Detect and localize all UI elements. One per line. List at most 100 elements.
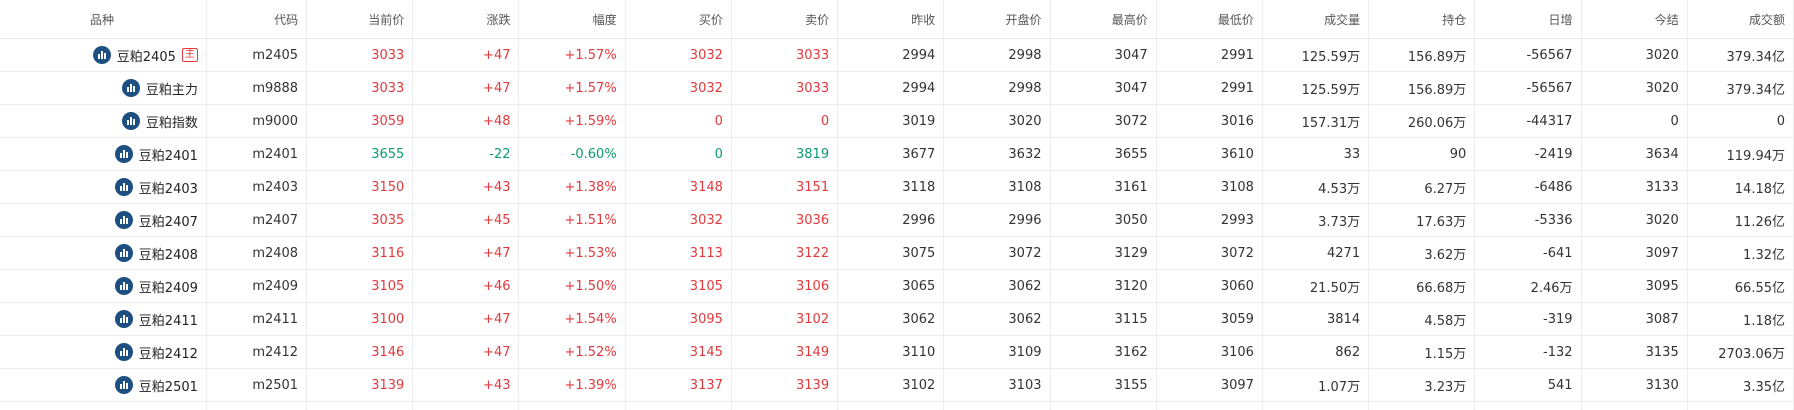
- column-header-pct[interactable]: 幅度: [519, 0, 625, 39]
- chart-icon[interactable]: [115, 178, 133, 196]
- cell-open: 2998: [944, 39, 1050, 72]
- cell-pct: +1.38%: [519, 171, 625, 204]
- cell-open: 3072: [944, 237, 1050, 270]
- cell-settle: 3020: [1581, 72, 1687, 105]
- chart-icon[interactable]: [115, 343, 133, 361]
- table-row[interactable]: 豆粕2403m24033150+43+1.38%3148315131183108…: [0, 171, 1794, 204]
- cell-name[interactable]: 豆粕2401: [0, 138, 206, 171]
- column-header-ask[interactable]: 卖价: [731, 0, 837, 39]
- cell-change: +43: [413, 171, 519, 204]
- cell-settle: 3130: [1581, 369, 1687, 402]
- instrument-name[interactable]: 豆粕主力: [146, 83, 198, 98]
- cell-name[interactable]: 豆粕2409: [0, 270, 206, 303]
- cell-name[interactable]: 豆粕指数: [0, 105, 206, 138]
- instrument-name[interactable]: 豆粕2412: [139, 347, 198, 362]
- column-header-daily-change[interactable]: 日增: [1475, 0, 1581, 39]
- cell-price: 3116: [307, 237, 413, 270]
- instrument-name[interactable]: 豆粕2407: [139, 215, 198, 230]
- table-row[interactable]: 豆粕2401m24013655-22-0.60%0381936773632365…: [0, 138, 1794, 171]
- cell-high: 3050: [1050, 204, 1156, 237]
- chart-icon[interactable]: [115, 211, 133, 229]
- cell-name[interactable]: 豆粕2411: [0, 303, 206, 336]
- cell-name[interactable]: 豆粕主力: [0, 72, 206, 105]
- chart-icon[interactable]: [122, 112, 140, 130]
- cell-high: 3129: [1050, 237, 1156, 270]
- instrument-name[interactable]: 豆粕指数: [146, 116, 198, 131]
- table-row[interactable]: 豆粕2412m24123146+47+1.52%3145314931103109…: [0, 336, 1794, 369]
- column-header-low[interactable]: 最低价: [1156, 0, 1262, 39]
- column-header-prev-close[interactable]: 昨收: [838, 0, 944, 39]
- chart-icon[interactable]: [122, 79, 140, 97]
- cell-daily-change: -319: [1475, 303, 1581, 336]
- instrument-name[interactable]: 豆粕2411: [139, 314, 198, 329]
- table-row[interactable]: 豆粕2501m25013139+43+1.39%3137313931023103…: [0, 369, 1794, 402]
- cell-name[interactable]: 豆粕2403: [0, 171, 206, 204]
- cell-name[interactable]: 豆粕2408: [0, 237, 206, 270]
- instrument-name[interactable]: 豆粕2405: [117, 50, 176, 65]
- table-row[interactable]: 豆粕2411m24113100+47+1.54%3095310230623062…: [0, 303, 1794, 336]
- cell-settle: 3087: [1581, 303, 1687, 336]
- cell-bid: 3105: [625, 270, 731, 303]
- cell-ask: 0: [731, 105, 837, 138]
- instrument-name[interactable]: 豆粕2501: [139, 380, 198, 395]
- cell-change: +47: [413, 336, 519, 369]
- chart-icon[interactable]: [115, 277, 133, 295]
- cell-code: m2412: [206, 336, 306, 369]
- table-row[interactable]: 豆粕指数m90003059+48+1.59%003019302030723016…: [0, 105, 1794, 138]
- column-header-name[interactable]: 品种: [0, 0, 206, 39]
- column-header-settle[interactable]: 今结: [1581, 0, 1687, 39]
- column-header-open[interactable]: 开盘价: [944, 0, 1050, 39]
- table-row[interactable]: 豆粕2408m24083116+47+1.53%3113312230753072…: [0, 237, 1794, 270]
- quote-table: 品种代码当前价涨跌幅度买价卖价昨收开盘价最高价最低价成交量持仓日增今结成交额 豆…: [0, 0, 1794, 410]
- table-row[interactable]: 豆粕2405主m24053033+47+1.57%303230332994299…: [0, 39, 1794, 72]
- column-header-change[interactable]: 涨跌: [413, 0, 519, 39]
- cell-prev-close: 3677: [838, 138, 944, 171]
- column-header-volume[interactable]: 成交量: [1262, 0, 1368, 39]
- cell-change: -22: [413, 138, 519, 171]
- cell-name[interactable]: 豆粕2405 主: [0, 39, 206, 72]
- column-header-price[interactable]: 当前价: [307, 0, 413, 39]
- cell-change: +43: [413, 369, 519, 402]
- column-header-code[interactable]: 代码: [206, 0, 306, 39]
- cell-pct: +1.57%: [519, 39, 625, 72]
- table-row[interactable]: 豆粕主力m98883033+47+1.57%303230332994299830…: [0, 72, 1794, 105]
- main-contract-badge: 主: [182, 48, 198, 62]
- column-header-bid[interactable]: 买价: [625, 0, 731, 39]
- instrument-name[interactable]: 豆粕2408: [139, 248, 198, 263]
- cell-prev-close: 3075: [838, 237, 944, 270]
- column-header-open-interest[interactable]: 持仓: [1369, 0, 1475, 39]
- chart-icon[interactable]: [93, 46, 111, 64]
- cell-open-interest: 66.68万: [1369, 270, 1475, 303]
- cell-high: 3655: [1050, 138, 1156, 171]
- table-row[interactable]: 豆粕2409m24093105+46+1.50%3105310630653062…: [0, 270, 1794, 303]
- cell-turnover: 379.34亿: [1687, 39, 1793, 72]
- column-header-high[interactable]: 最高价: [1050, 0, 1156, 39]
- cell-volume: 862: [1262, 336, 1368, 369]
- cell-price: 3033: [307, 39, 413, 72]
- cell-code: m2405: [206, 39, 306, 72]
- cell-name[interactable]: 豆粕2501: [0, 369, 206, 402]
- cell-bid: 3032: [625, 204, 731, 237]
- table-body: 豆粕2405主m24053033+47+1.57%303230332994299…: [0, 39, 1794, 410]
- chart-icon[interactable]: [115, 376, 133, 394]
- cell-high: 3072: [1050, 105, 1156, 138]
- cell-name[interactable]: 豆粕2407: [0, 204, 206, 237]
- chart-icon[interactable]: [115, 310, 133, 328]
- cell-low: 3108: [1156, 171, 1262, 204]
- cell-prev-close: 3110: [838, 336, 944, 369]
- cell-volume: 3814: [1262, 303, 1368, 336]
- cell-low: 2991: [1156, 39, 1262, 72]
- cell-open: 3062: [944, 270, 1050, 303]
- column-header-turnover[interactable]: 成交额: [1687, 0, 1793, 39]
- table-row[interactable]: 豆粕2407m24073035+45+1.51%3032303629962996…: [0, 204, 1794, 237]
- chart-icon[interactable]: [115, 145, 133, 163]
- instrument-name[interactable]: 豆粕2401: [139, 149, 198, 164]
- cell-change: +47: [413, 237, 519, 270]
- cell-low: 3097: [1156, 369, 1262, 402]
- instrument-name[interactable]: 豆粕2409: [139, 281, 198, 296]
- instrument-name[interactable]: 豆粕2403: [139, 182, 198, 197]
- chart-icon[interactable]: [115, 244, 133, 262]
- cell-daily-change: -132: [1475, 336, 1581, 369]
- cell-name[interactable]: 豆粕2412: [0, 336, 206, 369]
- cell-turnover: 1.18亿: [1687, 303, 1793, 336]
